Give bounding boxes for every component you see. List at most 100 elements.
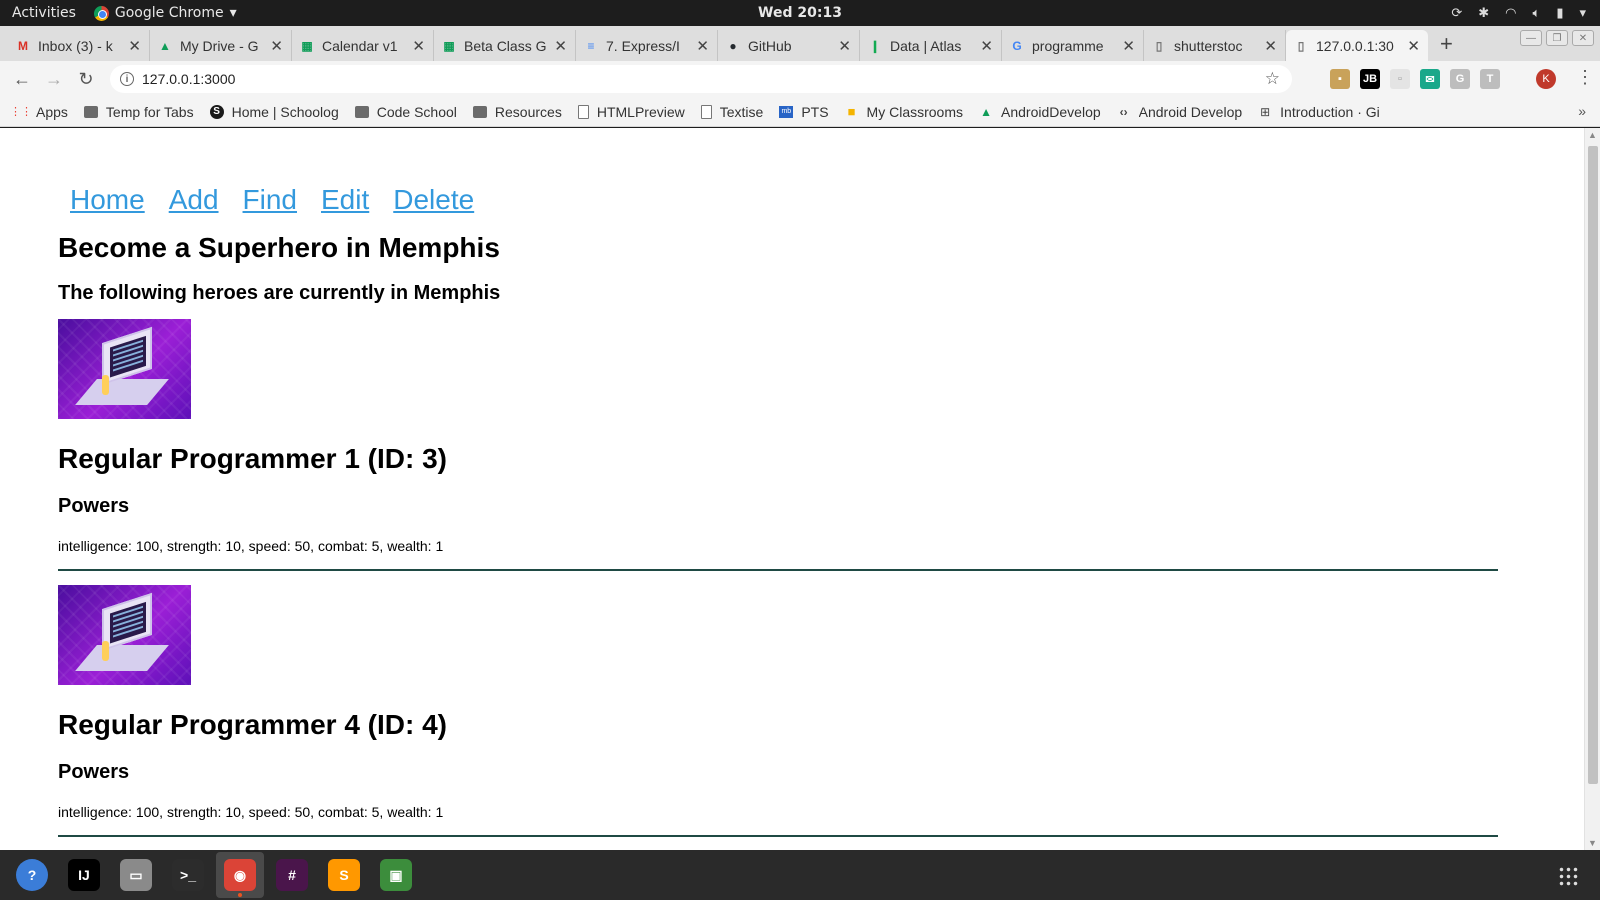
browser-tab[interactable]: ▦ Calendar v1 ✕ [292,30,434,61]
running-indicator [238,893,242,897]
bookmark-star-icon[interactable]: ☆ [1265,69,1280,89]
close-window-button[interactable]: ✕ [1572,30,1594,46]
nav-link-find[interactable]: Find [243,184,297,216]
grammarly-icon[interactable]: G [1450,69,1470,89]
scrollbar-thumb[interactable] [1588,146,1598,784]
battery-icon[interactable]: ▮ [1556,6,1563,21]
browser-tab[interactable]: ▲ My Drive - G ✕ [150,30,292,61]
extension-icon[interactable]: T [1480,69,1500,89]
nav-link-edit[interactable]: Edit [321,184,369,216]
close-tab-icon[interactable]: ✕ [554,37,567,55]
new-tab-button[interactable]: + [1440,31,1453,57]
jetbrains-extension-icon[interactable]: JB [1360,69,1380,89]
tab-title: Beta Class G [464,37,547,54]
close-tab-icon[interactable]: ✕ [1407,37,1420,55]
dock-launcher[interactable]: S [320,852,368,898]
dock-launcher[interactable]: ▭ [112,852,160,898]
extensions: ▪ JB ▫ ✉ G T [1330,69,1500,89]
browser-tab[interactable]: ● GitHub ✕ [718,30,860,61]
close-tab-icon[interactable]: ✕ [1122,37,1135,55]
nav-link-home[interactable]: Home [70,184,145,216]
extension-icon[interactable]: ▫ [1390,69,1410,89]
extension-icon[interactable]: ▪ [1330,69,1350,89]
close-tab-icon[interactable]: ✕ [980,37,993,55]
system-top-bar: Activities Google Chrome ▾ Wed 20:13 ⟳ ✱… [0,0,1600,26]
bookmark-item[interactable]: Textise [700,104,763,120]
browser-tab[interactable]: M Inbox (3) - k ✕ [8,30,150,61]
slack-tray-icon[interactable]: ✱ [1478,6,1489,21]
bookmark-item[interactable]: ⋮⋮ Apps [10,104,68,120]
bookmark-item[interactable]: ‹› Android Develop [1117,104,1243,120]
bookmark-item[interactable]: ⊞ Introduction · Gi [1258,104,1380,120]
bookmark-item[interactable]: Code School [354,103,457,120]
browser-tab[interactable]: ❙ Data | Atlas ✕ [860,30,1002,61]
divider [58,569,1498,571]
bookmark-item[interactable]: Temp for Tabs [83,104,194,120]
drive-icon: ▲ [980,104,992,119]
powers-list: intelligence: 100, strength: 10, speed: … [58,804,444,820]
forward-button[interactable]: → [38,69,70,90]
hero-card: Regular Programmer 1 (ID: 3) Powers inte… [58,319,1528,571]
bookmark-item[interactable]: ▲ AndroidDevelop [979,104,1101,120]
bookmark-item[interactable]: mb PTS [779,104,829,120]
nav-link-delete[interactable]: Delete [393,184,474,216]
chevron-down-icon[interactable]: ▾ [1579,6,1586,21]
bookmark-item[interactable]: ■ My Classrooms [845,104,963,120]
minimize-button[interactable]: — [1520,30,1542,46]
hero-name: Regular Programmer 4 (ID: 4) [58,709,447,740]
bookmark-item[interactable]: S Home | Schoolog [209,104,339,120]
nav-link-add[interactable]: Add [169,184,219,216]
terminal-icon: >_ [172,859,204,891]
browser-tab[interactable]: ▦ Beta Class G ✕ [434,30,576,61]
site-nav: Home Add Find Edit Delete [70,184,1528,216]
folder-icon [354,105,369,118]
show-apps-icon[interactable] [1558,866,1578,886]
menu-icon[interactable]: ⋮ [1576,67,1594,88]
browser-tab[interactable]: ≡ 7. Express/I ✕ [576,30,718,61]
page-scrollbar[interactable]: ▲ ▼ [1584,128,1600,850]
browser-tab[interactable]: Gprogramme ✕ [1002,30,1144,61]
restore-button[interactable]: ❐ [1546,30,1568,46]
back-button[interactable]: ← [6,69,38,90]
apps-grid-icon: ⋮⋮ [10,106,32,118]
activities-button[interactable]: Activities [0,5,88,21]
url-text[interactable]: 127.0.0.1:3000 [142,71,235,87]
page-icon [577,104,589,119]
reload-button[interactable]: ↻ [70,69,102,90]
close-tab-icon[interactable]: ✕ [128,37,141,55]
clock[interactable]: Wed 20:13 [0,5,1600,21]
system-tray[interactable]: ⟳ ✱ ◠ 🔈︎ ▮ ▾ [1451,0,1586,26]
schoology-icon: S [209,104,224,119]
dock-launcher[interactable]: ? [8,852,56,898]
dock-launcher[interactable]: ◉ [216,852,264,898]
close-tab-icon[interactable]: ✕ [412,37,425,55]
info-icon[interactable]: i [120,72,134,86]
docs-icon: ≡ [587,38,595,53]
dock-launcher[interactable]: # [268,852,316,898]
scroll-up-arrow[interactable]: ▲ [1588,130,1597,140]
close-tab-icon[interactable]: ✕ [270,37,283,55]
tab-title: Calendar v1 [322,37,398,54]
scroll-down-arrow[interactable]: ▼ [1588,838,1597,848]
dock-launcher[interactable]: >_ [164,852,212,898]
volume-icon[interactable]: 🔈︎ [1533,6,1541,21]
browser-tab[interactable]: ▯ shutterstoc ✕ [1144,30,1286,61]
browser-tab[interactable]: ▯ 127.0.0.1:30 ✕ [1286,30,1428,61]
close-tab-icon[interactable]: ✕ [838,37,851,55]
dock-launcher[interactable]: IJ [60,852,108,898]
close-tab-icon[interactable]: ✕ [1264,37,1277,55]
sync-icon[interactable]: ⟳ [1451,6,1462,21]
wifi-icon[interactable]: ◠ [1505,6,1516,21]
profile-avatar[interactable]: K [1536,69,1556,89]
bookmarks-overflow-button[interactable]: » [1578,103,1586,119]
help-icon: ? [16,859,48,891]
bookmark-label: AndroidDevelop [1001,103,1101,120]
close-tab-icon[interactable]: ✕ [696,37,709,55]
bookmark-item[interactable]: Resources [472,104,562,120]
app-menu[interactable]: Google Chrome ▾ [93,5,237,21]
address-bar[interactable]: i 127.0.0.1:3000 ☆ [110,65,1292,93]
dock-launcher[interactable]: ▣ [372,852,420,898]
bookmark-label: Code School [376,103,457,120]
bookmark-item[interactable]: HTMLPreview [577,104,685,120]
extension-icon[interactable]: ✉ [1420,69,1440,89]
